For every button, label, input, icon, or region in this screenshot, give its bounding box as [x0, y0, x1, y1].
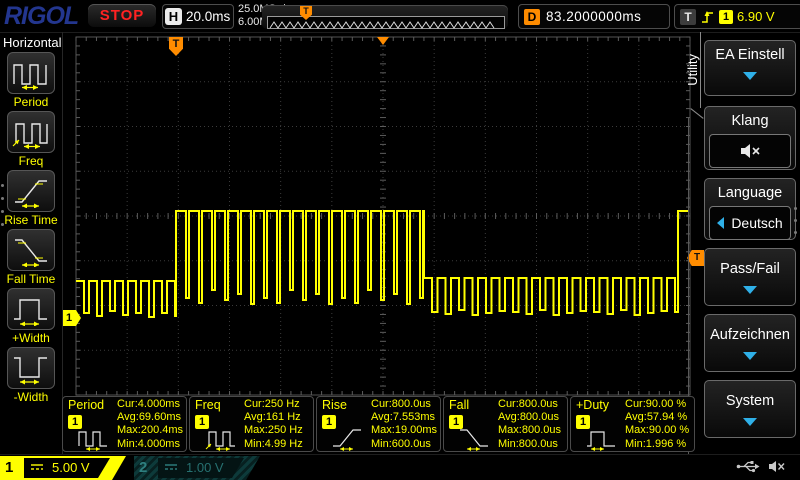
chevron-down-icon [743, 72, 757, 80]
chevron-left-icon [717, 217, 724, 229]
channel2-tag[interactable]: 2 1.00 V [134, 456, 264, 480]
menu-item-rise-time[interactable]: Rise Time [0, 170, 62, 227]
timebase-value: 20.0ms [186, 9, 230, 24]
graticule-and-waveform [62, 32, 706, 396]
waveform-display[interactable]: T T 1 [62, 32, 706, 396]
top-status-bar: RIGOL STOP H 20.0ms 25.0MSa/s 6.00M pts … [0, 0, 800, 33]
menu-page-dots [1, 184, 4, 226]
record-waveform-strip [267, 16, 505, 29]
rise-icon [332, 423, 364, 451]
status-icons [736, 460, 786, 473]
menu-item-period[interactable]: Period [0, 52, 62, 109]
channel-status-bar: 1 5.00 V 2 1.00 V [0, 454, 800, 480]
trigger-position-bar[interactable]: T [262, 5, 508, 29]
menu-item-fall-time[interactable]: Fall Time [0, 229, 62, 286]
sound-toggle-button[interactable] [709, 134, 791, 168]
menu-page-dots [794, 207, 797, 234]
menu-item-freq[interactable]: Freq [0, 111, 62, 168]
fall-icon [459, 423, 491, 451]
menu-item-pos-width[interactable]: +Width [0, 288, 62, 345]
chevron-down-icon [743, 286, 757, 294]
coupling-dc-icon [30, 463, 45, 472]
softkey-system[interactable]: System [704, 380, 796, 438]
usb-icon [736, 460, 760, 473]
measure-menu: Horizontal Period Freq [0, 32, 63, 455]
run-state-badge: STOP [88, 4, 156, 27]
horizontal-timebase-box: H 20.0ms [162, 4, 234, 29]
measure-menu-title: Horizontal [3, 35, 62, 50]
delay-value: 83.2000000ms [546, 9, 641, 24]
coupling-dc-icon [164, 463, 179, 472]
plus-width-icon [11, 292, 51, 326]
minus-width-icon [11, 351, 51, 385]
record-zigzag-icon [268, 19, 502, 30]
measurement-rise[interactable]: Rise 1 Cur:800.0us Avg:7.553ms Max:19.00… [316, 396, 441, 452]
trigger-t-icon: T [680, 9, 696, 25]
period-icon [78, 423, 110, 451]
measurement-fall[interactable]: Fall 1 Cur:800.0us Avg:800.0us Max:800.0… [443, 396, 568, 452]
utility-menu: Utility EA Einstell Klang Language Deuts… [702, 32, 800, 455]
delay-box: D 83.2000000ms [518, 4, 670, 29]
measurement-freq[interactable]: Freq 1 Cur:250 Hz Avg:161 Hz Max:250 Hz … [189, 396, 314, 452]
trigger-source-badge: 1 [719, 10, 733, 24]
period-icon [11, 56, 51, 90]
softkey-aufzeichnen[interactable]: Aufzeichnen [704, 314, 796, 372]
rise-time-icon [11, 174, 51, 208]
oscilloscope-screen: RIGOL STOP H 20.0ms 25.0MSa/s 6.00M pts … [0, 0, 800, 480]
freq-icon [11, 115, 51, 149]
fall-time-icon [11, 233, 51, 267]
utility-tab: Utility [685, 54, 700, 86]
softkey-klang[interactable]: Klang [704, 106, 796, 170]
speaker-muted-icon [768, 460, 786, 473]
chevron-down-icon [743, 352, 757, 360]
trigger-box: T 1 6.90 V [674, 4, 800, 29]
measurement-bar: Period 1 Cur:4.000ms Avg:69.60ms Max:200… [62, 396, 702, 454]
freq-icon [205, 423, 237, 451]
softkey-language[interactable]: Language Deutsch [704, 178, 796, 240]
trigger-level-value: 6.90 V [737, 9, 775, 24]
rigol-logo: RIGOL [4, 2, 78, 31]
chevron-down-icon [743, 418, 757, 426]
rising-edge-icon [700, 9, 715, 25]
speaker-muted-icon [739, 143, 761, 159]
channel1-tag[interactable]: 1 5.00 V [0, 456, 130, 480]
measurement-period[interactable]: Period 1 Cur:4.000ms Avg:69.60ms Max:200… [62, 396, 187, 452]
menu-item-neg-width[interactable]: -Width [0, 347, 62, 404]
horizontal-h-icon: H [165, 8, 182, 25]
plus-duty-icon [586, 423, 618, 451]
measurement-duty[interactable]: +Duty 1 Cur:90.00 % Avg:57.94 % Max:90.0… [570, 396, 695, 452]
softkey-ea-einstell[interactable]: EA Einstell [704, 40, 796, 96]
language-select[interactable]: Deutsch [709, 206, 791, 240]
record-center-icon [377, 37, 389, 45]
delay-d-icon: D [524, 9, 540, 25]
softkey-pass-fail[interactable]: Pass/Fail [704, 248, 796, 306]
